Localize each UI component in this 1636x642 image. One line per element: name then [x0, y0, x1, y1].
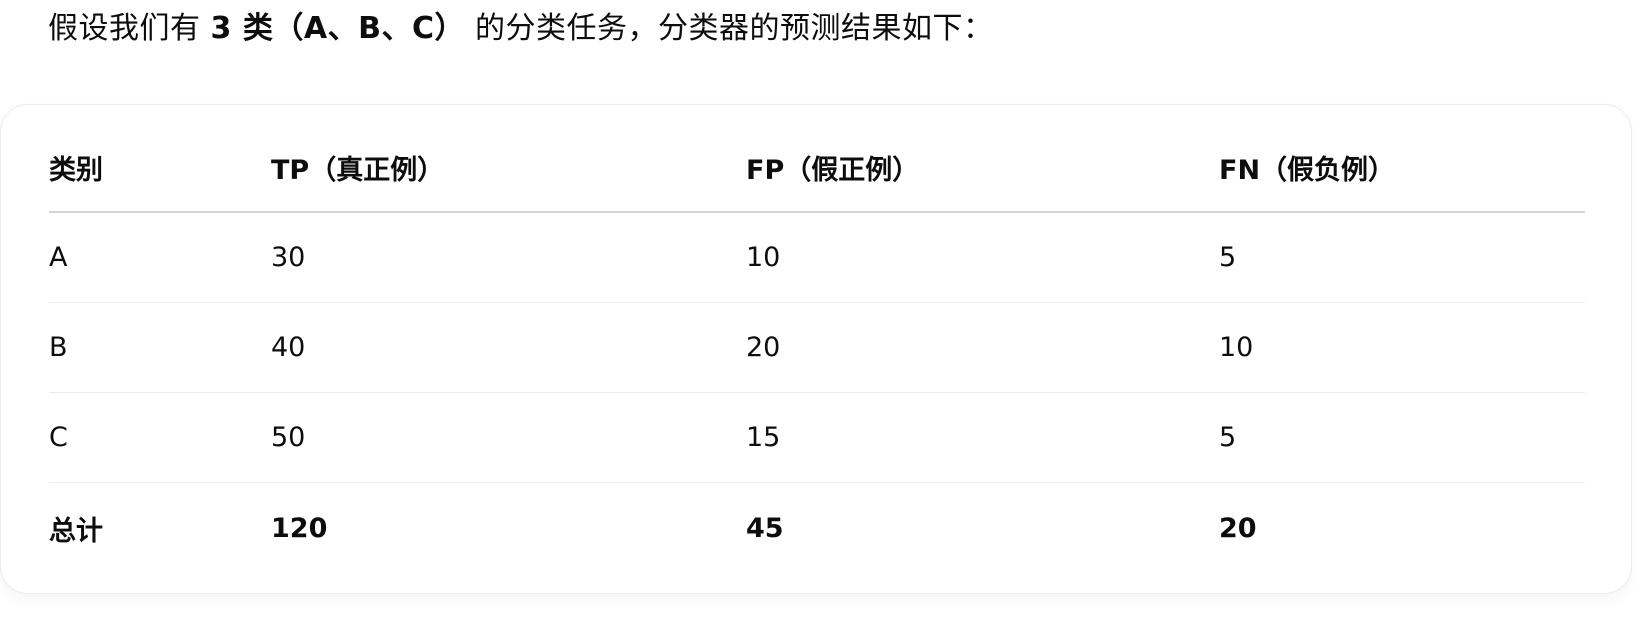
cell-tp: 40 [271, 302, 746, 393]
header-fp: FP（假正例） [746, 123, 1219, 213]
cell-tp: 50 [271, 392, 746, 483]
header-tp: TP（真正例） [271, 123, 746, 213]
cell-fp: 10 [746, 212, 1219, 303]
results-table-card: 类别 TP（真正例） FP（假正例） FN（假负例） A 30 10 5 B 4… [0, 104, 1632, 594]
cell-fn: 5 [1219, 392, 1585, 483]
header-fn: FN（假负例） [1219, 123, 1585, 213]
table-total-row: 总计 120 45 20 [49, 483, 1585, 574]
cell-fn: 10 [1219, 302, 1585, 393]
total-label: 总计 [49, 515, 103, 547]
intro-bold: 3 类（A、B、C） [210, 11, 465, 46]
header-class: 类别 [49, 123, 271, 213]
cell-tp: 30 [271, 212, 746, 303]
cell-fp: 20 [746, 302, 1219, 393]
cell-fp: 15 [746, 392, 1219, 483]
cell-class: A [49, 212, 271, 303]
table-row: C 50 15 5 [49, 392, 1585, 483]
total-fn: 20 [1219, 512, 1257, 544]
table-header-row: 类别 TP（真正例） FP（假正例） FN（假负例） [49, 123, 1585, 213]
cell-fn: 5 [1219, 212, 1585, 303]
intro-prefix: 假设我们有 [48, 11, 211, 46]
intro-suffix: 的分类任务，分类器的预测结果如下： [464, 11, 994, 46]
cell-class: B [49, 302, 271, 393]
intro-text: 假设我们有 3 类（A、B、C） 的分类任务，分类器的预测结果如下： [48, 4, 994, 54]
total-fp: 45 [746, 512, 784, 544]
total-tp: 120 [271, 512, 328, 544]
table-row: A 30 10 5 [49, 212, 1585, 303]
table-row: B 40 20 10 [49, 302, 1585, 393]
results-table: 类别 TP（真正例） FP（假正例） FN（假负例） A 30 10 5 B 4… [49, 123, 1585, 573]
cell-class: C [49, 392, 271, 483]
